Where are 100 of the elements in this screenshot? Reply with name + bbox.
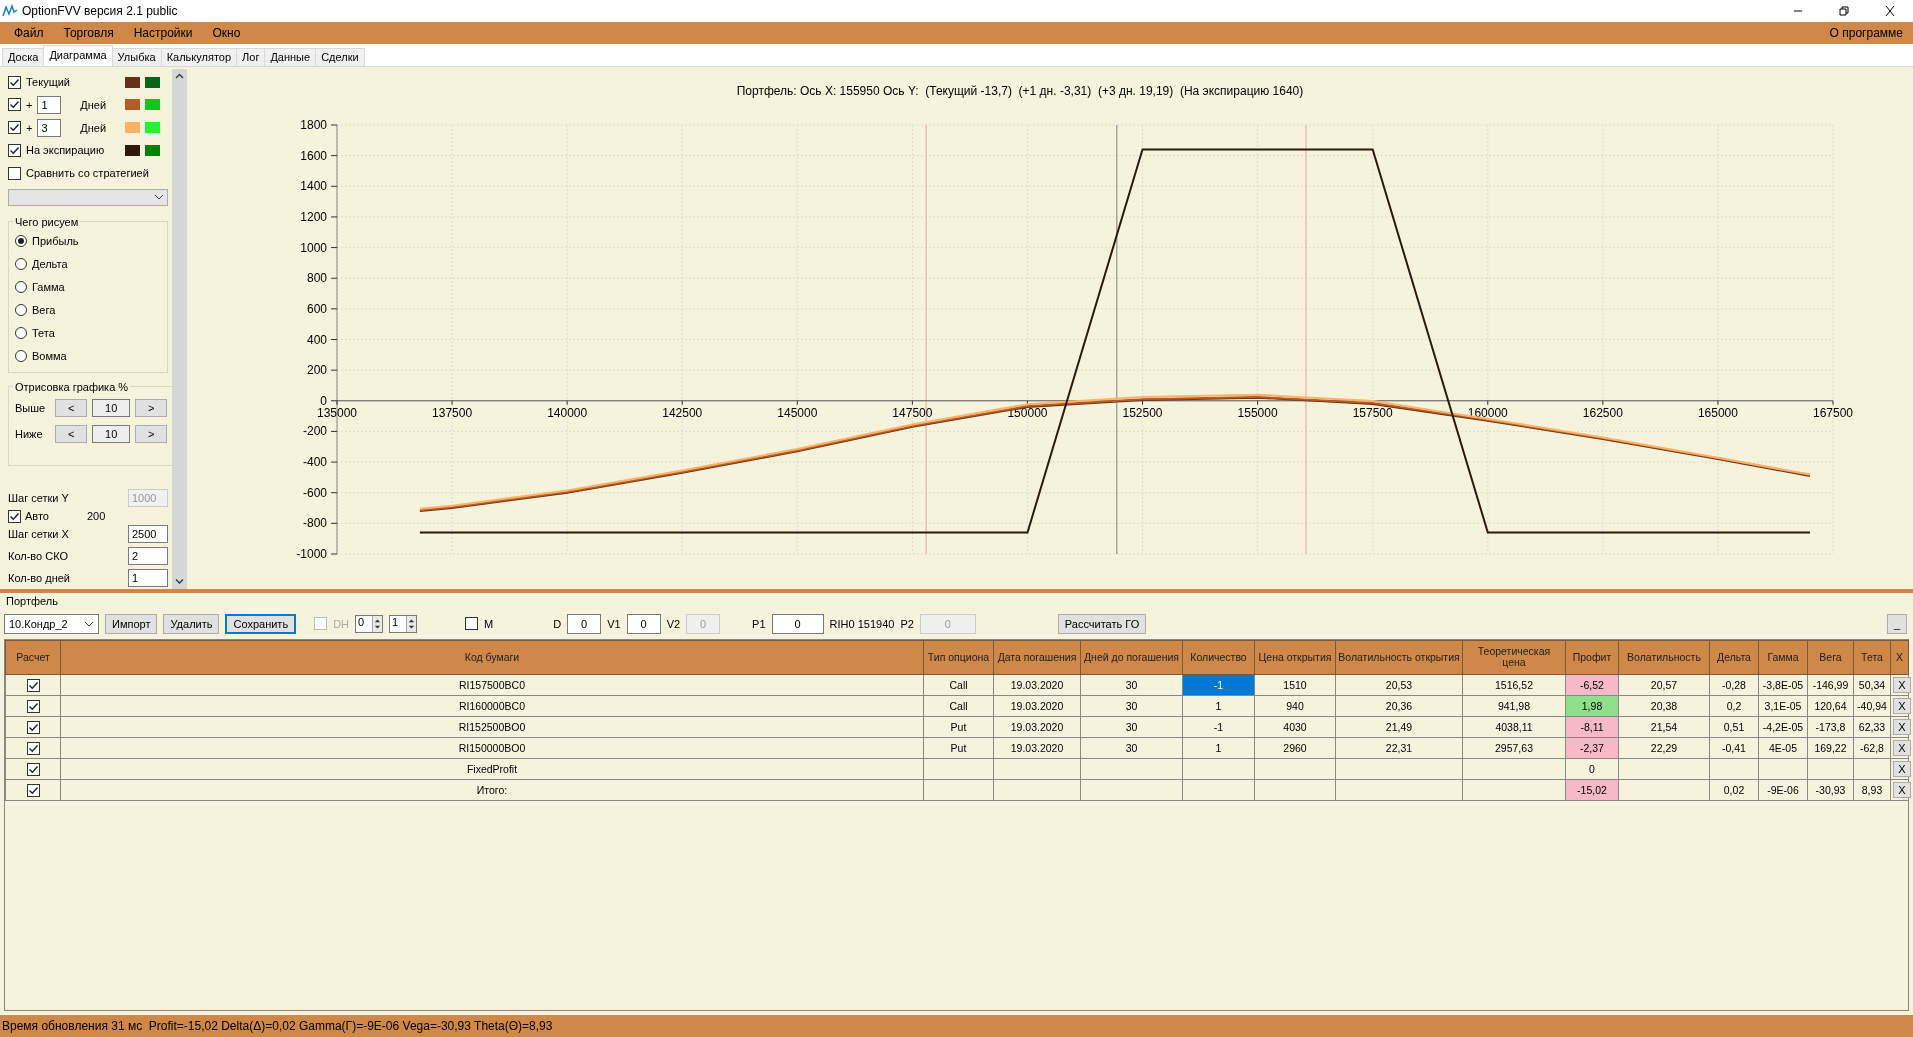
color-swatch[interactable] [145, 99, 160, 111]
setting-field[interactable]: 1 [128, 568, 168, 587]
increase-button[interactable]: > [135, 424, 168, 443]
color-swatch[interactable] [125, 144, 140, 156]
decrease-button[interactable]: < [55, 398, 88, 417]
toolbar-button[interactable]: Удалить [163, 613, 220, 634]
checkbox[interactable] [8, 121, 21, 135]
color-swatch[interactable] [125, 76, 140, 88]
y-tick-label: 1800 [300, 117, 327, 132]
table-cell: 30 [1080, 674, 1183, 696]
tab[interactable]: Данные [264, 47, 317, 66]
setting-label: Кол-во СКО [8, 549, 70, 562]
checkbox[interactable] [26, 762, 40, 776]
percent-field[interactable]: 10 [92, 398, 131, 417]
calculate-button[interactable]: Рассчитать ГО [1057, 613, 1147, 634]
param-field[interactable]: 0 [626, 613, 661, 634]
chevron-down-icon[interactable] [175, 577, 184, 585]
column-header: Вега [1807, 640, 1854, 675]
checkbox[interactable] [8, 143, 21, 157]
days-field[interactable]: 3 [37, 118, 62, 137]
color-swatch[interactable] [145, 76, 160, 88]
param-field[interactable]: 0 [771, 613, 824, 634]
column-header: Количество [1182, 640, 1255, 675]
spinner-arrows-icon[interactable] [406, 615, 417, 632]
tab[interactable]: Калькулятор [160, 47, 238, 66]
param-field[interactable]: 0 [567, 613, 602, 634]
x-tick-label: 142500 [662, 405, 703, 420]
table-cell: Put [923, 716, 994, 738]
menu-item[interactable]: Файл [0, 25, 54, 40]
checkbox[interactable] [8, 98, 21, 112]
close-icon [1884, 5, 1896, 17]
number-spinner[interactable]: 0 [355, 614, 384, 633]
checkbox[interactable] [26, 741, 40, 755]
remove-button[interactable]: X [1893, 676, 1911, 693]
remove-button[interactable]: X [1893, 718, 1911, 735]
menu-item[interactable]: Торговля [53, 25, 124, 40]
radio-button[interactable] [15, 304, 27, 317]
decrease-button[interactable]: < [55, 424, 88, 443]
number-spinner[interactable]: 1 [389, 614, 418, 633]
color-swatch[interactable] [145, 144, 160, 156]
y-tick-label: 200 [306, 362, 327, 377]
checkbox[interactable] [8, 75, 21, 89]
tab[interactable]: Лог [236, 47, 266, 66]
setting-field[interactable]: 2500 [128, 525, 168, 544]
range-label: Выше [15, 401, 46, 414]
color-swatch[interactable] [125, 122, 140, 134]
collapse-button[interactable]: _ [1886, 613, 1907, 634]
tab[interactable]: Доска [2, 47, 45, 66]
checkbox-label: M [484, 617, 494, 630]
checkbox[interactable] [8, 166, 21, 180]
table-cell: -0,28 [1709, 674, 1759, 696]
column-header: Дата погашения [993, 640, 1081, 675]
tab[interactable]: Улыбка [111, 47, 162, 66]
table-cell: Put [923, 737, 994, 759]
tab[interactable]: Сделки [315, 47, 365, 66]
radio-button[interactable] [15, 327, 27, 340]
chart-line-icon [2, 4, 18, 18]
menu-item[interactable]: О программе [1819, 25, 1913, 40]
table-cell[interactable]: -1 [1182, 716, 1255, 738]
y-tick-label: 1600 [300, 148, 327, 163]
color-swatch[interactable] [125, 99, 140, 111]
column-header: Код бумаги [60, 640, 924, 675]
remove-button[interactable]: X [1893, 760, 1911, 777]
menu-item[interactable]: Окно [202, 25, 251, 40]
column-header: Тета [1853, 640, 1891, 675]
remove-button[interactable]: X [1893, 697, 1911, 714]
toolbar-button[interactable]: Импорт [105, 613, 158, 634]
spinner-arrows-icon[interactable] [372, 615, 383, 632]
setting-field[interactable]: 2 [128, 546, 168, 565]
checkbox[interactable] [26, 720, 40, 734]
days-field[interactable]: 1 [37, 95, 62, 114]
table-cell[interactable] [1182, 758, 1255, 780]
scrollbar[interactable] [172, 68, 187, 589]
checkbox-label: DH [333, 617, 350, 630]
table-cell[interactable] [1182, 779, 1255, 801]
toolbar-button[interactable]: Сохранить [225, 613, 297, 634]
checkbox[interactable] [26, 678, 40, 692]
radio-button[interactable] [15, 258, 27, 271]
table-cell: 1510 [1254, 674, 1336, 696]
radio-button[interactable] [15, 281, 27, 294]
checkbox[interactable] [465, 617, 479, 631]
group-title: Портфель [5, 594, 59, 609]
remove-button[interactable]: X [1893, 739, 1911, 756]
menu-item[interactable]: Настройки [123, 25, 203, 40]
strategy-dropdown[interactable]: 10.Кондр_2 [4, 613, 99, 634]
radio-button[interactable] [15, 235, 27, 248]
radio-button[interactable] [15, 350, 27, 363]
radio-label: Вомма [32, 350, 67, 363]
table-cell: 19.03.2020 [993, 674, 1081, 696]
chart-title: Портфель: Ось X: 155950 Ось Y: (Текущий -13,7) (+1 дн. -3,31) (+3 дн. 19,19) (На экспирацию 1640) [735, 82, 1305, 100]
percent-field[interactable]: 10 [92, 424, 131, 443]
table-cell[interactable]: 1 [1182, 737, 1255, 759]
checkbox[interactable] [26, 699, 40, 713]
color-swatch[interactable] [145, 122, 160, 134]
checkbox[interactable] [8, 509, 21, 523]
checkbox[interactable] [26, 783, 40, 797]
table-cell[interactable]: 1 [1182, 695, 1255, 717]
chevron-up-icon[interactable] [175, 72, 184, 80]
remove-button[interactable]: X [1893, 781, 1911, 798]
increase-button[interactable]: > [135, 398, 168, 417]
